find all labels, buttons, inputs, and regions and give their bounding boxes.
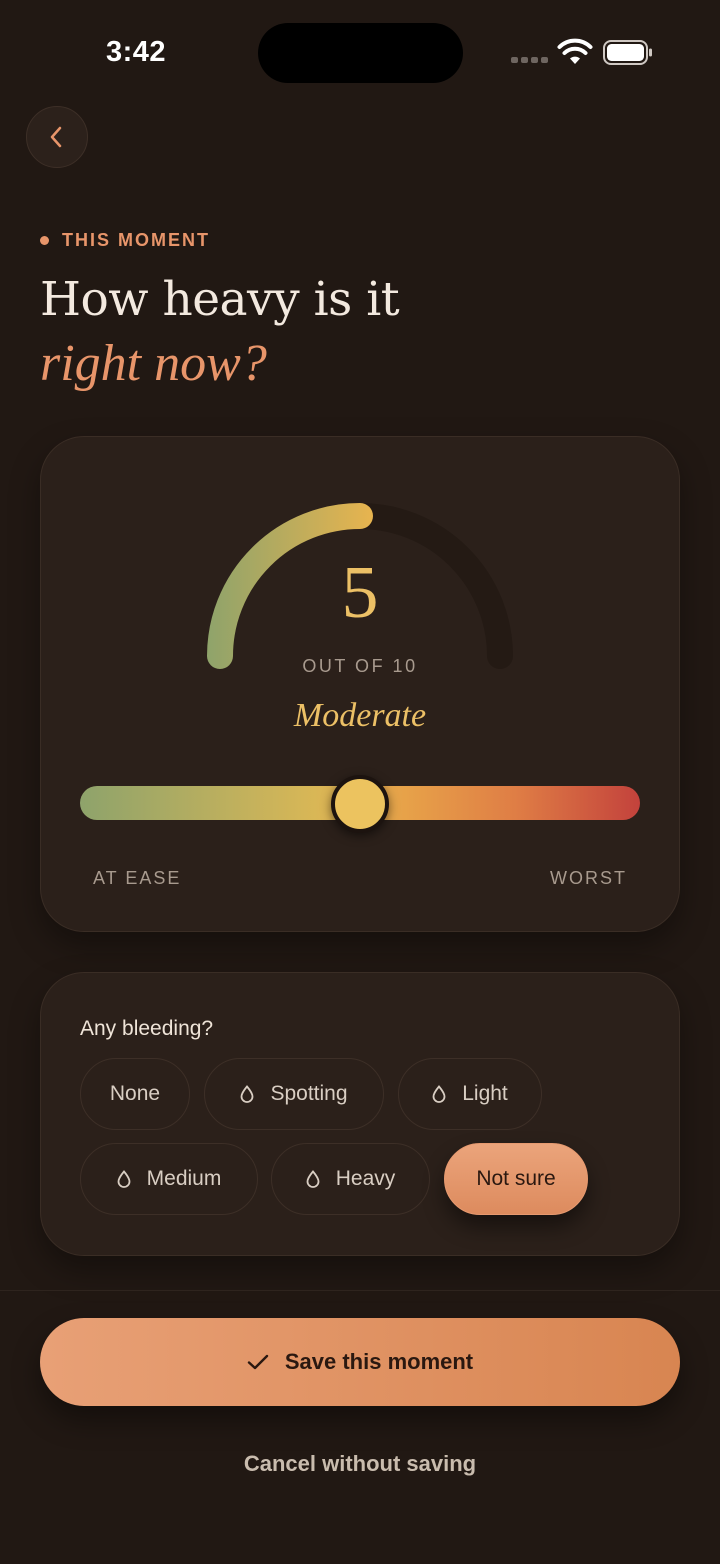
chip-label: None	[109, 1082, 161, 1105]
chip-label: Medium	[146, 1167, 222, 1190]
drop-icon	[306, 1170, 320, 1188]
back-button[interactable]	[26, 106, 88, 168]
intensity-score: 5	[341, 552, 379, 634]
footer-divider	[0, 1290, 720, 1291]
status-bar: 3:42	[0, 0, 720, 100]
drop-icon	[432, 1085, 446, 1103]
chip-label: Light	[462, 1082, 508, 1105]
save-button[interactable]: Save this moment	[40, 1318, 680, 1406]
page-title: How heavy is it	[40, 272, 400, 327]
chip-label: Heavy	[335, 1167, 396, 1190]
drop-icon	[117, 1170, 131, 1188]
drop-icon	[240, 1085, 254, 1103]
bleeding-option-medium[interactable]: Medium	[80, 1143, 258, 1215]
cellular-signal-icon	[511, 57, 551, 65]
mood-intensity-screen: 3:42 THIS MOMENT How heavy is it right n…	[0, 0, 720, 1564]
eyebrow-dot-icon	[40, 235, 49, 245]
bleeding-option-heavy[interactable]: Heavy	[271, 1143, 430, 1215]
save-button-label: Save this moment	[284, 1349, 474, 1374]
bleeding-option-none[interactable]: None	[80, 1058, 190, 1130]
intensity-out-of: OUT OF 10	[302, 656, 418, 676]
section-eyebrow: THIS MOMENT	[40, 229, 210, 251]
chip-label: Not sure	[476, 1167, 556, 1190]
bleeding-option-not-sure[interactable]: Not sure	[444, 1143, 588, 1215]
dynamic-island	[258, 23, 463, 83]
bleeding-question: Any bleeding?	[80, 1017, 214, 1040]
eyebrow-label: THIS MOMENT	[62, 229, 210, 250]
status-time: 3:42	[106, 36, 167, 68]
wifi-icon	[557, 38, 593, 64]
intensity-slider-thumb[interactable]	[331, 775, 389, 833]
page-title-accent: right now?	[40, 335, 267, 392]
bleeding-option-spotting[interactable]: Spotting	[204, 1058, 384, 1130]
battery-icon	[603, 40, 652, 65]
chip-label: Spotting	[270, 1082, 348, 1105]
checkmark-icon	[247, 1354, 269, 1370]
cancel-button[interactable]: Cancel without saving	[0, 1451, 720, 1477]
bleeding-option-light[interactable]: Light	[398, 1058, 542, 1130]
severity-label: Moderate	[293, 697, 427, 734]
chevron-left-icon	[50, 126, 62, 148]
scale-min-label: AT EASE	[93, 868, 182, 888]
scale-max-label: WORST	[550, 868, 627, 888]
